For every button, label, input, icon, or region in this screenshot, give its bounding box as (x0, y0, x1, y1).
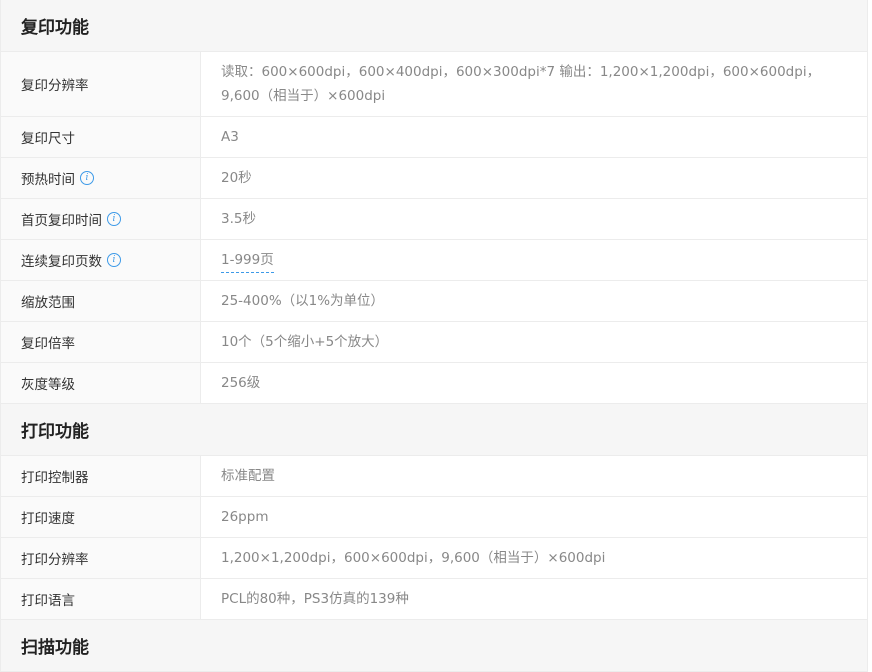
spec-row-grayscale: 灰度等级 256级 (1, 363, 867, 404)
spec-label: 打印语言 (1, 579, 201, 619)
spec-value-link[interactable]: 1-999页 (221, 248, 274, 273)
spec-row-first-copy-time: 首页复印时间 i 3.5秒 (1, 199, 867, 240)
spec-row-copy-resolution: 复印分辨率 读取：600×600dpi，600×400dpi，600×300dp… (1, 52, 867, 117)
spec-label: 预热时间 (21, 172, 75, 188)
spec-row-print-controller: 打印控制器 标准配置 (1, 456, 867, 497)
spec-value: 标准配置 (221, 468, 275, 484)
spec-value: 256级 (221, 375, 261, 391)
spec-label: 灰度等级 (1, 363, 201, 403)
spec-label: 首页复印时间 (21, 213, 102, 229)
spec-label: 打印速度 (1, 497, 201, 537)
section-header-scan: 扫描功能 (1, 620, 867, 672)
spec-value: 26ppm (221, 509, 269, 525)
spec-row-warmup-time: 预热时间 i 20秒 (1, 158, 867, 199)
spec-value: A3 (221, 129, 239, 145)
spec-value: 20秒 (221, 170, 252, 186)
info-icon[interactable]: i (107, 212, 121, 226)
spec-value: 3.5秒 (221, 211, 256, 227)
spec-label: 连续复印页数 (21, 254, 102, 270)
spec-value: 10个（5个缩小+5个放大） (221, 334, 389, 350)
info-icon[interactable]: i (107, 253, 121, 267)
spec-value: 1,200×1,200dpi，600×600dpi，9,600（相当于）×600… (221, 550, 606, 566)
spec-label: 缩放范围 (1, 281, 201, 321)
spec-value: PCL的80种，PS3仿真的139种 (221, 591, 409, 607)
spec-label-cell: 预热时间 i (1, 158, 201, 198)
spec-label: 复印分辨率 (1, 52, 201, 116)
spec-value: 25-400%（以1%为单位） (221, 293, 385, 309)
section-header-copy: 复印功能 (1, 0, 867, 52)
spec-row-print-resolution: 打印分辨率 1,200×1,200dpi，600×600dpi，9,600（相当… (1, 538, 867, 579)
spec-value: 读取：600×600dpi，600×400dpi，600×300dpi*7 输出… (221, 64, 821, 104)
spec-row-zoom-range: 缩放范围 25-400%（以1%为单位） (1, 281, 867, 322)
spec-row-continuous-copy: 连续复印页数 i 1-999页 (1, 240, 867, 281)
spec-label-cell: 连续复印页数 i (1, 240, 201, 280)
section-header-print: 打印功能 (1, 404, 867, 456)
info-icon[interactable]: i (80, 171, 94, 185)
spec-label: 打印分辨率 (1, 538, 201, 578)
spec-label: 复印倍率 (1, 322, 201, 362)
spec-table: 复印功能 复印分辨率 读取：600×600dpi，600×400dpi，600×… (0, 0, 868, 672)
spec-row-print-speed: 打印速度 26ppm (1, 497, 867, 538)
spec-row-print-language: 打印语言 PCL的80种，PS3仿真的139种 (1, 579, 867, 620)
spec-label-cell: 首页复印时间 i (1, 199, 201, 239)
spec-label: 复印尺寸 (1, 117, 201, 157)
spec-row-copy-size: 复印尺寸 A3 (1, 117, 867, 158)
spec-value-cell: 1-999页 (201, 240, 867, 280)
spec-row-copy-ratio: 复印倍率 10个（5个缩小+5个放大） (1, 322, 867, 363)
spec-label: 打印控制器 (1, 456, 201, 496)
